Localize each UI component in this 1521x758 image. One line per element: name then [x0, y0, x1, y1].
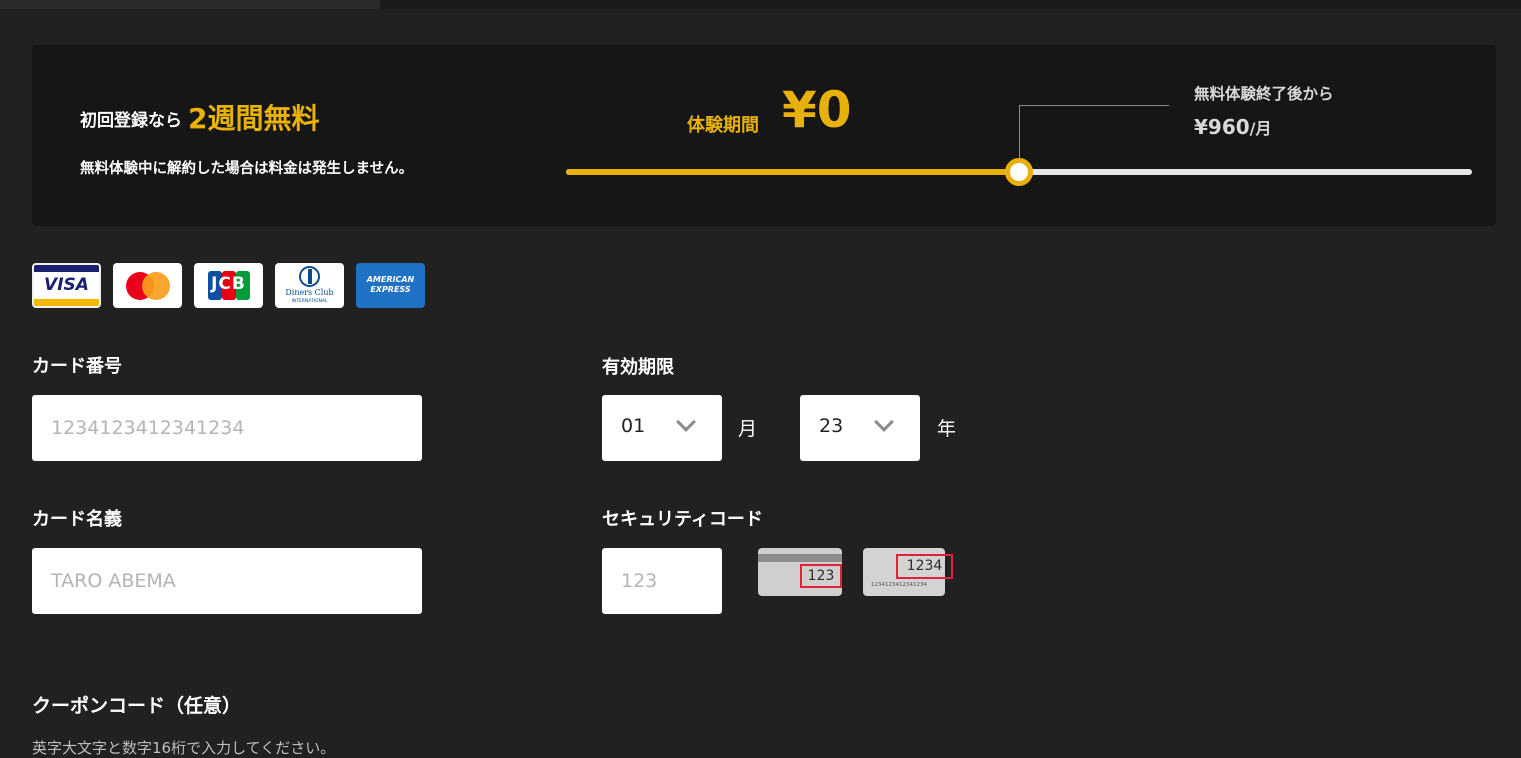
cid-example-box: 1234	[896, 554, 953, 579]
expiry-label: 有効期限	[602, 357, 674, 378]
headline-prefix: 初回登録なら	[80, 111, 182, 131]
timeline-marker	[1005, 158, 1033, 186]
month-unit-label: 月	[738, 418, 758, 440]
trial-banner: 初回登録なら 2週間無料 無料体験中に解約した場合は料金は発生しません。 体験期間…	[32, 45, 1496, 226]
after-price-unit: /月	[1249, 119, 1272, 138]
jcb-wordmark: JCB	[211, 274, 246, 294]
security-code-label: セキュリティコード	[602, 509, 763, 530]
top-bar	[0, 0, 1521, 9]
card-name-input[interactable]	[32, 548, 422, 614]
mastercard-yellow-circle	[142, 272, 170, 300]
expiry-year-select[interactable]: 23	[800, 395, 920, 461]
banner-note: 無料体験中に解約した場合は料金は発生しません。	[80, 161, 414, 177]
visa-stripe-bottom	[34, 299, 99, 306]
year-unit-label: 年	[937, 418, 957, 440]
diners-club-logo: Diners Club INTERNATIONAL	[275, 263, 344, 308]
expiry-month-select[interactable]: 01	[602, 395, 722, 461]
card-front-cid-illustration: 1234 1234123412341234	[863, 548, 953, 596]
amex-line-1: AMERICAN	[366, 275, 415, 284]
chevron-down-icon	[874, 412, 894, 432]
chevron-down-icon	[676, 412, 696, 432]
amex-line-2: EXPRESS	[370, 285, 411, 294]
trial-period-label: 体験期間	[687, 115, 759, 136]
expiry-year-value: 23	[819, 415, 844, 437]
after-trial-price: ¥960/月	[1194, 115, 1272, 139]
jcb-logo: JCB	[194, 263, 263, 308]
cvv-example-box: 123	[800, 564, 842, 588]
pointer-line	[1019, 105, 1169, 165]
visa-stripe-top	[34, 265, 99, 272]
diners-emblem	[299, 266, 320, 287]
banner-headline: 初回登録なら 2週間無料	[80, 97, 319, 137]
after-price-amount: ¥960	[1194, 115, 1250, 139]
coupon-label: クーポンコード（任意）	[32, 695, 242, 717]
card-number-label: カード番号	[32, 356, 122, 377]
headline-highlight: 2週間無料	[188, 102, 320, 135]
amex-logo: AMERICAN EXPRESS	[356, 263, 425, 308]
trial-timeline-track	[566, 158, 1472, 186]
diners-wordmark: Diners Club	[285, 288, 334, 297]
diners-subtitle: INTERNATIONAL	[291, 299, 328, 304]
visa-logo: VISA	[32, 263, 101, 308]
coupon-hint: 英字大文字と数字16桁で入力してください。	[32, 739, 336, 757]
trial-timeline-fill	[566, 169, 1019, 175]
after-trial-label: 無料体験終了後から	[1194, 85, 1334, 103]
magnetic-stripe	[758, 554, 842, 562]
card-back-cvv-illustration: 123	[758, 548, 842, 596]
expiry-month-value: 01	[621, 415, 646, 437]
visa-wordmark: VISA	[44, 275, 89, 295]
card-front-number: 1234123412341234	[871, 582, 927, 588]
amex-wordmark: AMERICAN EXPRESS	[358, 275, 423, 295]
security-code-input[interactable]	[602, 548, 722, 614]
trial-price: ¥0	[782, 81, 852, 139]
mastercard-logo	[113, 263, 182, 308]
card-number-input[interactable]	[32, 395, 422, 461]
card-name-label: カード名義	[32, 509, 122, 530]
top-tab-indicator	[0, 0, 380, 9]
